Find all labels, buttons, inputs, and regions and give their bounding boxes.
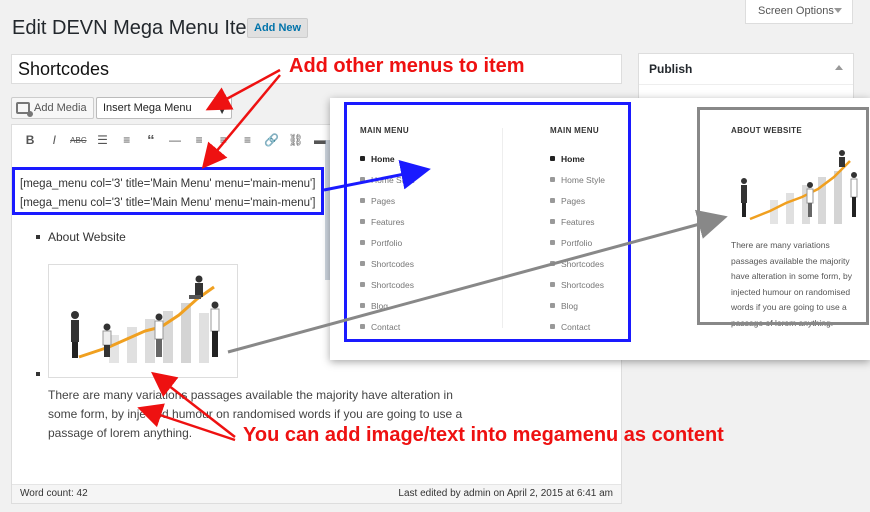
- unlink-icon[interactable]: ⛓: [284, 133, 308, 147]
- insert-mega-menu-value: Insert Mega Menu: [103, 102, 192, 114]
- chevron-up-icon[interactable]: [835, 65, 843, 70]
- page-title: Edit DEVN Mega Menu Item: [12, 17, 264, 39]
- italic-icon[interactable]: I: [42, 133, 66, 147]
- last-edited: Last edited by admin on April 2, 2015 at…: [398, 488, 613, 499]
- align-left-icon[interactable]: ≡: [187, 133, 211, 147]
- annotation-top: Add other menus to item: [289, 55, 525, 77]
- bullet-list-icon[interactable]: ☰: [90, 133, 114, 147]
- quote-icon[interactable]: “: [139, 132, 163, 149]
- media-icon: [16, 102, 33, 117]
- annotation-bottom: You can add image/text into megamenu as …: [243, 424, 724, 446]
- shortcode-line-1: [mega_menu col='3' title='Main Menu' men…: [20, 178, 316, 190]
- shortcode-highlight[interactable]: [mega_menu col='3' title='Main Menu' men…: [12, 167, 324, 215]
- strikethrough-icon[interactable]: ABC: [66, 136, 90, 145]
- bold-icon[interactable]: B: [18, 133, 42, 147]
- publish-title: Publish: [649, 62, 693, 76]
- add-media-label: Add Media: [34, 102, 87, 114]
- divider: [639, 84, 853, 85]
- growth-illustration: [71, 275, 220, 363]
- bullet-about-website: About Website: [48, 230, 126, 244]
- add-media-button[interactable]: Add Media: [11, 97, 94, 119]
- select-arrows-icon: ▲ ▼: [218, 100, 226, 116]
- chevron-down-icon: [834, 8, 842, 13]
- insert-mega-menu-select[interactable]: Insert Mega Menu ▲ ▼: [96, 97, 232, 119]
- screen-options-button[interactable]: Screen Options: [745, 0, 853, 24]
- screen-options-label: Screen Options: [758, 5, 834, 17]
- about-highlight-frame: [697, 107, 869, 325]
- align-center-icon[interactable]: ≡: [211, 133, 235, 147]
- numbered-list-icon[interactable]: ≡: [115, 133, 139, 147]
- add-new-button[interactable]: Add New: [247, 18, 309, 38]
- word-count: Word count: 42: [20, 488, 88, 499]
- horizontal-rule-icon[interactable]: —: [163, 133, 187, 147]
- bullet-marker: [36, 372, 40, 376]
- editor-status-bar: Word count: 42 Last edited by admin on A…: [12, 484, 621, 503]
- business-growth-image[interactable]: [48, 264, 238, 378]
- menu-highlight-frame: [344, 102, 631, 342]
- bullet-marker: [36, 235, 40, 239]
- editor-toolbar: B I ABC ☰ ≡ “ — ≡ ≡ ≡ 🔗 ⛓ ▬: [12, 125, 332, 155]
- shortcode-line-2: [mega_menu col='3' title='Main Menu' men…: [20, 197, 316, 209]
- align-right-icon[interactable]: ≡: [235, 133, 259, 147]
- link-icon[interactable]: 🔗: [260, 133, 284, 147]
